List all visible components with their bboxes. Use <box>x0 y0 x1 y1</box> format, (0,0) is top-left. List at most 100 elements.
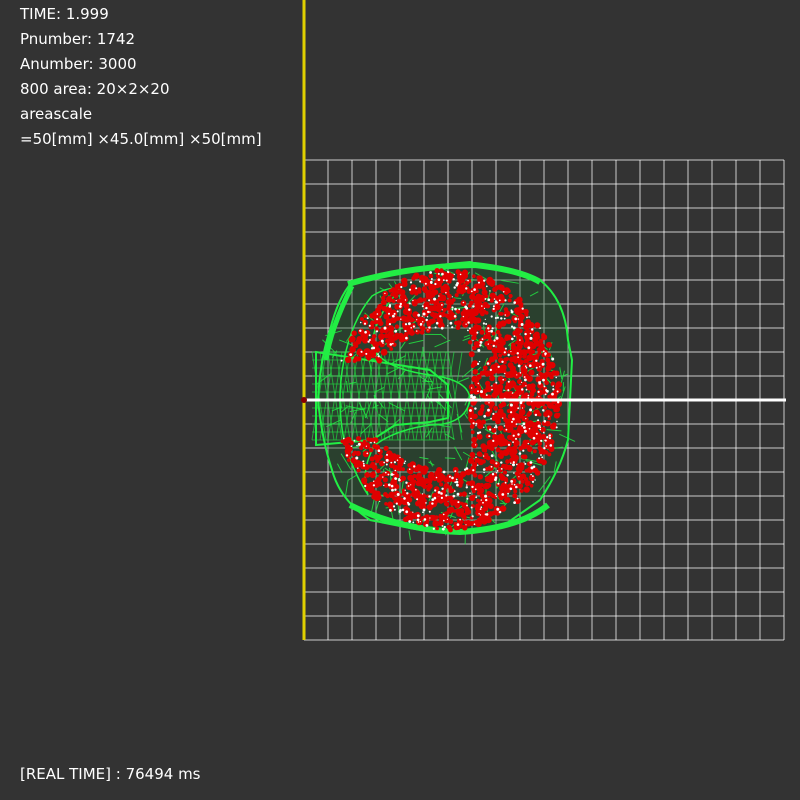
particle <box>449 498 454 504</box>
particle-highlight <box>464 305 468 309</box>
particle <box>487 278 494 285</box>
particle-highlight <box>520 323 524 326</box>
particle-highlight <box>479 508 482 510</box>
particle-highlight <box>373 480 375 482</box>
particle <box>472 309 479 316</box>
particle-highlight <box>454 307 457 311</box>
particle-highlight <box>480 506 483 509</box>
particle <box>549 374 554 380</box>
particle-highlight <box>521 407 524 409</box>
particle-highlight <box>491 327 494 330</box>
scene-canvas[interactable] <box>0 0 800 800</box>
particle-highlight <box>387 473 390 476</box>
particle-highlight <box>503 389 505 391</box>
particle-highlight <box>368 339 371 341</box>
particle <box>503 290 509 295</box>
particle-highlight <box>491 473 495 476</box>
particle <box>512 493 518 499</box>
particle <box>403 516 409 523</box>
particle-highlight <box>424 282 427 285</box>
particle-highlight <box>539 428 542 431</box>
particle-highlight <box>501 493 505 496</box>
particle <box>388 331 394 337</box>
particle-highlight <box>408 308 411 311</box>
particle-highlight <box>412 511 414 513</box>
particle-highlight <box>524 429 527 433</box>
particle <box>383 333 390 339</box>
particle-highlight <box>493 339 496 342</box>
particle-highlight <box>517 407 520 410</box>
particle-highlight <box>555 426 558 429</box>
particle-highlight <box>355 456 359 460</box>
particle <box>529 439 536 446</box>
particle <box>422 275 427 280</box>
particle <box>519 489 524 493</box>
mesh-wire-segment <box>453 297 462 299</box>
particle <box>401 467 405 472</box>
particle <box>449 506 455 512</box>
particle-highlight <box>487 408 490 412</box>
particle-highlight <box>456 492 460 496</box>
particle-highlight <box>485 498 488 502</box>
particle <box>538 450 543 455</box>
particle-highlight <box>390 473 394 476</box>
particle <box>532 336 539 343</box>
particle <box>396 498 401 503</box>
particle <box>438 476 444 482</box>
particle-highlight <box>507 380 510 383</box>
particle-highlight <box>507 389 510 392</box>
particle-highlight <box>419 280 422 283</box>
particle-highlight <box>396 493 400 496</box>
particle-highlight <box>556 390 559 393</box>
particle-highlight <box>507 492 509 495</box>
particle-highlight <box>529 364 532 368</box>
particle-highlight <box>524 332 527 336</box>
particle <box>376 468 381 474</box>
particle-highlight <box>423 518 427 521</box>
particle-highlight <box>399 456 401 459</box>
particle-highlight <box>466 484 468 486</box>
particle <box>482 309 487 314</box>
particle-highlight <box>545 389 547 392</box>
particle <box>525 321 530 326</box>
particle-highlight <box>512 463 515 467</box>
particle-highlight <box>474 488 477 491</box>
particle-highlight <box>543 385 546 388</box>
particle <box>506 334 512 341</box>
particle-highlight <box>443 519 445 522</box>
particle-highlight <box>416 498 419 501</box>
particle-highlight <box>353 439 356 442</box>
particle <box>510 453 516 459</box>
particle-highlight <box>372 484 375 487</box>
simulation-viewport[interactable]: TIME: 1.999 Pnumber: 1742 Anumber: 3000 … <box>0 0 800 800</box>
particle-highlight <box>440 326 444 330</box>
particle <box>517 379 522 385</box>
particle <box>545 365 550 370</box>
particle-highlight <box>406 501 410 504</box>
particle <box>495 434 503 442</box>
particle-highlight <box>517 433 520 436</box>
particle <box>342 441 348 446</box>
particle-highlight <box>405 481 408 484</box>
particle-highlight <box>507 353 510 357</box>
particle-highlight <box>386 453 388 456</box>
particle-highlight <box>538 457 541 460</box>
particle-highlight <box>425 318 428 322</box>
particle-highlight <box>419 521 421 523</box>
particle <box>479 483 484 488</box>
particle <box>469 495 476 502</box>
particle <box>378 335 384 341</box>
particle-highlight <box>532 436 536 440</box>
particle <box>503 464 510 470</box>
particle <box>371 471 376 475</box>
particle <box>476 433 483 440</box>
particle <box>428 273 434 279</box>
particle-highlight <box>531 328 534 331</box>
particle-highlight <box>484 318 486 320</box>
particle-highlight <box>526 316 528 319</box>
particle-highlight <box>441 527 445 531</box>
particle-highlight <box>478 281 480 284</box>
particle-highlight <box>529 336 533 340</box>
particle-highlight <box>412 299 414 302</box>
particle-highlight <box>490 315 493 318</box>
